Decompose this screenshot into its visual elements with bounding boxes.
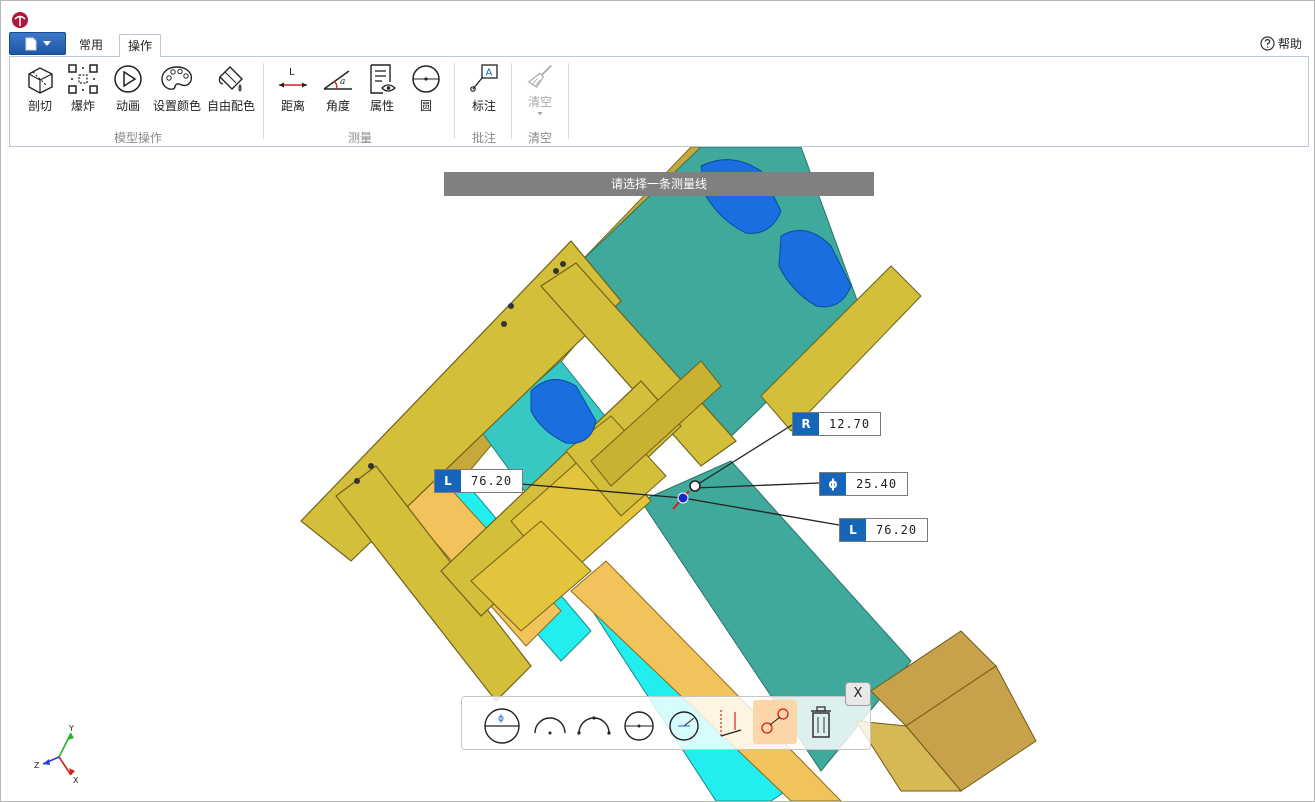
circle-center-icon (624, 711, 654, 741)
radius-icon (669, 711, 699, 741)
chevron-down-icon (537, 111, 543, 115)
dimension-value: 12.70 (829, 417, 871, 431)
radius-mode-button[interactable] (662, 700, 706, 744)
trash-icon (811, 706, 831, 738)
axis-y-label: Y (68, 724, 74, 733)
file-menu-button[interactable] (9, 32, 66, 55)
circle-label: 圆 (419, 99, 432, 113)
dimension-tag: L (435, 470, 461, 492)
3d-viewport[interactable]: 请选择一条测量线 R 12.70 ϕ 25.40 L 76.20 L 76.20… (1, 147, 1314, 801)
app-logo-icon (12, 12, 28, 28)
dimension-tag: L (840, 519, 866, 541)
dimension-value: 25.40 (856, 477, 898, 491)
free-color-label: 自由配色 (206, 99, 255, 113)
properties-icon (370, 64, 396, 94)
clear-label: 清空 (527, 94, 552, 109)
dimension-label-length[interactable]: L 76.20 (839, 518, 929, 542)
app-window: 常用 操作 帮助 剖切 爆炸 动画 设置颜色 自由配色 模型操作 L 距离 a … (0, 0, 1315, 802)
angle-icon: a (323, 70, 352, 90)
document-icon (25, 37, 36, 50)
set-color-label: 设置颜色 (152, 99, 201, 113)
dimension-label-diameter[interactable]: ϕ 25.40 (819, 472, 909, 496)
two-circle-distance-icon (761, 708, 789, 734)
dimension-tag: ϕ (820, 473, 846, 495)
angle-label: 角度 (325, 99, 350, 113)
ribbon-panel: 剖切 爆炸 动画 设置颜色 自由配色 模型操作 L 距离 a 角度 属性 圆 测… (9, 56, 1309, 147)
annotation-label: 标注 (471, 99, 496, 113)
svg-text:L: L (289, 67, 295, 78)
angle-button[interactable]: a 角度 (320, 63, 356, 115)
chevron-down-icon (42, 41, 51, 46)
group-label-annotation: 批注 (471, 131, 496, 145)
help-label: 帮助 (1277, 36, 1302, 51)
palette-icon (161, 66, 193, 90)
dimension-value: 76.20 (471, 474, 513, 488)
set-color-button[interactable]: 设置颜色 (152, 63, 202, 115)
explode-label: 爆炸 (70, 99, 95, 113)
animation-label: 动画 (115, 99, 140, 113)
group-label-model-ops: 模型操作 (113, 131, 162, 145)
point-line-mode-button[interactable] (707, 700, 751, 744)
paint-bucket-icon (218, 66, 243, 92)
svg-text:ϕ: ϕ (498, 714, 504, 724)
properties-button[interactable]: 属性 (364, 63, 400, 115)
distance-icon: L (279, 67, 307, 88)
group-separator (263, 63, 264, 139)
group-separator (568, 63, 569, 139)
distance-button[interactable]: L 距离 (275, 63, 311, 115)
axis-x-label: X (73, 776, 79, 785)
section-cut-button[interactable]: 剖切 (22, 63, 58, 115)
broom-icon (527, 64, 552, 88)
circle-center-button[interactable] (617, 700, 661, 744)
help-icon (1260, 35, 1275, 51)
two-circle-distance-button[interactable] (753, 700, 797, 744)
annotation-icon: A (470, 64, 498, 92)
close-toolbar-button[interactable]: X (845, 682, 871, 706)
arc-icon (534, 717, 566, 735)
annotation-button[interactable]: A 标注 (466, 63, 502, 115)
tab-common[interactable]: 常用 (71, 34, 111, 56)
circle-button[interactable]: 圆 (408, 63, 444, 115)
group-separator (511, 63, 512, 139)
axis-triad: Y X Z (34, 724, 79, 785)
axis-z-label: Z (34, 761, 40, 770)
diameter-mode-button[interactable]: ϕ (480, 700, 524, 744)
distance-label: 距离 (280, 99, 305, 113)
delete-measure-button[interactable] (799, 700, 843, 744)
tab-operation[interactable]: 操作 (119, 34, 162, 58)
group-label-clear: 清空 (527, 131, 552, 145)
svg-text:A: A (486, 68, 493, 79)
diameter-icon: ϕ (484, 708, 520, 744)
three-point-arc-button[interactable] (572, 700, 616, 744)
measure-mode-toolbar: ϕ (461, 696, 871, 750)
dimension-value: 76.20 (876, 523, 918, 537)
point-line-icon (720, 710, 742, 737)
title-bar (1, 1, 1314, 33)
section-cut-label: 剖切 (27, 99, 52, 113)
properties-label: 属性 (369, 99, 394, 113)
group-label-measure: 测量 (347, 131, 372, 145)
play-icon (114, 65, 142, 93)
group-separator (454, 63, 455, 139)
explode-icon (68, 64, 98, 94)
status-prompt: 请选择一条测量线 (444, 172, 874, 196)
dimension-label-radius[interactable]: R 12.70 (792, 412, 882, 436)
clear-button[interactable]: 清空 (522, 63, 558, 115)
dimension-tag: R (793, 413, 819, 435)
three-point-arc-icon (577, 716, 611, 735)
animation-button[interactable]: 动画 (110, 63, 146, 115)
section-cut-icon (28, 67, 53, 94)
arc-mode-button[interactable] (528, 700, 572, 744)
explode-button[interactable]: 爆炸 (65, 63, 101, 115)
free-color-button[interactable]: 自由配色 (206, 63, 256, 115)
dimension-label-length[interactable]: L 76.20 (434, 469, 524, 493)
help-button[interactable]: 帮助 (1260, 34, 1302, 52)
circle-measure-icon (412, 65, 440, 93)
svg-text:a: a (340, 77, 345, 87)
